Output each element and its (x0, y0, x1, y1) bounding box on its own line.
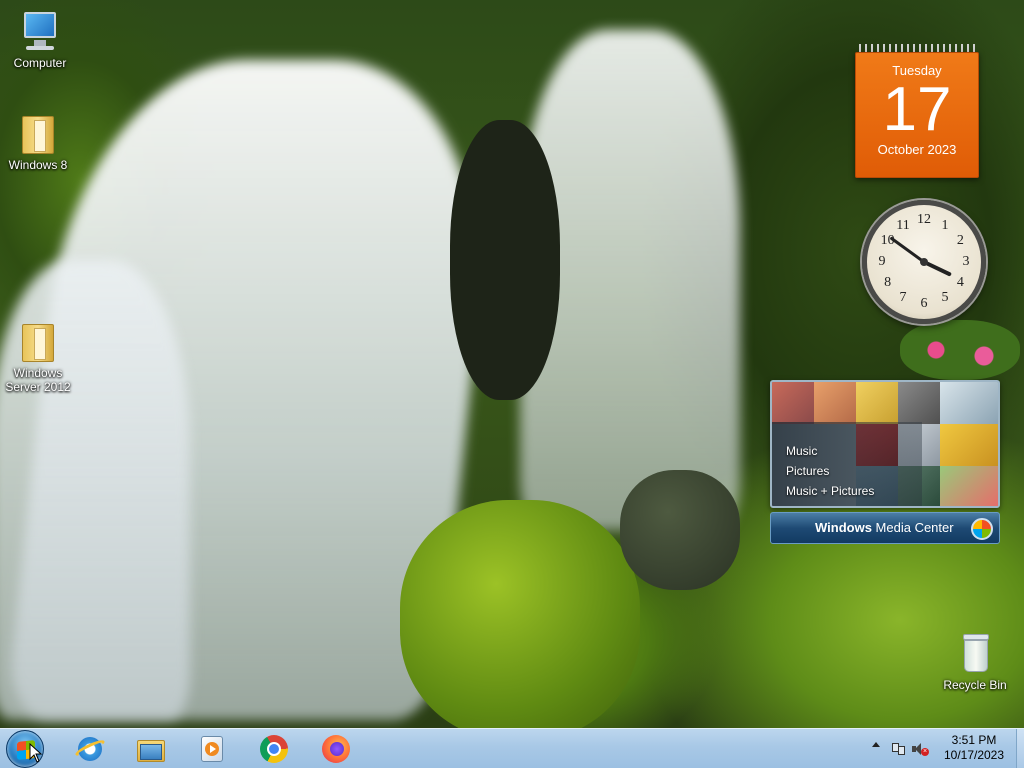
media-center-gadget[interactable]: Music Pictures Music + Pictures Windows … (770, 380, 1000, 544)
taskbar-time: 3:51 PM (951, 733, 997, 747)
media-player-icon (197, 734, 227, 764)
mouse-cursor-icon (29, 743, 43, 763)
taskbar-firefox[interactable] (308, 731, 364, 767)
show-hidden-icons[interactable] (872, 742, 880, 747)
thumbnail-tile (856, 382, 898, 424)
clock-gadget[interactable]: 12 1 2 3 4 5 6 7 8 9 10 11 (862, 200, 986, 324)
desktop-icon-label: Recycle Bin (943, 678, 1007, 692)
clock-hour-hand (922, 260, 952, 277)
thumbnail-tile (940, 466, 998, 506)
desktop-icon-windows-8[interactable]: Windows 8 (0, 112, 76, 172)
desktop-icon-label: Windows Server 2012 (5, 366, 71, 394)
notification-area: × 3:51 PM 10/17/2023 (864, 729, 1024, 768)
show-desktop-button[interactable] (1016, 729, 1024, 768)
chrome-icon (259, 734, 289, 764)
media-center-item-music-pictures[interactable]: Music + Pictures (786, 484, 874, 498)
clock-face: 12 1 2 3 4 5 6 7 8 9 10 11 (862, 200, 986, 324)
taskbar-file-explorer[interactable] (123, 731, 179, 767)
taskbar-clock[interactable]: 3:51 PM 10/17/2023 (934, 733, 1014, 763)
media-center-item-pictures[interactable]: Pictures (786, 464, 829, 478)
wallpaper-moss-rock-2 (620, 470, 740, 590)
volume-muted-icon[interactable]: × (912, 741, 929, 757)
clock-hands (890, 236, 952, 277)
calendar-page: Tuesday 17 October 2023 (855, 52, 979, 178)
start-button[interactable] (6, 730, 44, 768)
desktop-icon-label: Windows 8 (8, 158, 68, 172)
taskbar-media-player[interactable] (184, 731, 240, 767)
thumbnail-tile (940, 382, 998, 424)
taskbar-internet-explorer[interactable] (62, 731, 118, 767)
clock-minute-hand (890, 236, 926, 264)
wallpaper-flowers (900, 320, 1020, 380)
taskbar: × 3:51 PM 10/17/2023 (0, 728, 1024, 768)
firefox-icon (321, 734, 351, 764)
thumbnail-tile (898, 382, 940, 424)
calendar-gadget[interactable]: Tuesday 17 October 2023 (855, 44, 979, 178)
thumbnail-tile (772, 382, 814, 424)
media-center-brand-rest: Media Center (871, 520, 954, 535)
desktop-icon-computer[interactable]: Computer (2, 10, 78, 70)
windows-logo-icon (971, 518, 993, 540)
folder-icon (16, 112, 60, 156)
taskbar-date: 10/17/2023 (943, 748, 1005, 762)
calendar-day: 17 (882, 75, 952, 144)
media-center-item-music[interactable]: Music (786, 444, 817, 458)
internet-explorer-icon (73, 734, 107, 764)
clock-center (920, 258, 928, 266)
recycle-bin-icon (953, 632, 997, 676)
calendar-month-year: October 2023 (877, 142, 957, 157)
desktop-icon-recycle-bin[interactable]: Recycle Bin (937, 632, 1013, 692)
desktop-icon-windows-server-2012[interactable]: Windows Server 2012 (0, 320, 76, 394)
media-center-brand-strong: Windows (815, 520, 872, 535)
network-icon[interactable] (892, 741, 906, 755)
file-explorer-icon (136, 734, 166, 764)
thumbnail-tile (814, 382, 856, 424)
computer-icon (18, 10, 62, 54)
wallpaper-moss-rock (400, 500, 640, 728)
folder-icon (16, 320, 60, 364)
thumbnail-tile (940, 424, 998, 466)
wallpaper-dark-rock (450, 120, 560, 400)
desktop-wallpaper[interactable]: Computer Windows 8 Windows Server 2012 R… (0, 0, 1024, 728)
media-center-thumbnails: Music Pictures Music + Pictures (770, 380, 1000, 508)
media-center-launch-bar[interactable]: Windows Media Center (770, 512, 1000, 544)
desktop-icon-label: Computer (13, 56, 67, 70)
taskbar-chrome[interactable] (246, 731, 302, 767)
